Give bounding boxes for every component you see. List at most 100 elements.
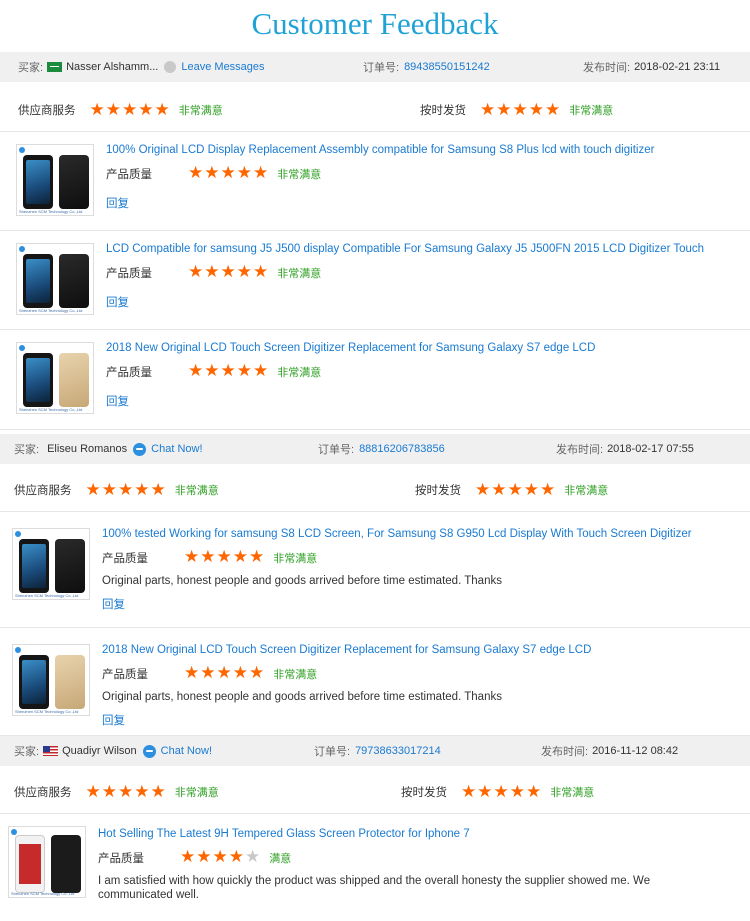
product-title-link[interactable]: 2018 New Original LCD Touch Screen Digit… xyxy=(106,342,595,354)
published-time: 2018-02-21 23:11 xyxy=(634,61,721,73)
rating-row: 供应商服务 ★ ★ ★ ★ ★ 非常满意 按时发货 ★ ★ ★ ★ ★ 非常满意 xyxy=(0,770,750,814)
leave-messages-link[interactable]: Leave Messages xyxy=(181,61,264,73)
product-quality-stars: ★ ★ ★ ★ ★ xyxy=(184,549,265,566)
on-time-delivery-stars: ★ ★ ★ ★ ★ xyxy=(475,479,556,500)
star-icon: ★ xyxy=(122,99,138,120)
star-icon: ★ xyxy=(118,479,134,500)
product-thumbnail[interactable]: Shenzhen SCM Technology Co.,Ltd xyxy=(12,644,90,716)
thumb-caption: Shenzhen SCM Technology Co.,Ltd xyxy=(19,209,83,214)
star-icon: ★ xyxy=(480,99,496,120)
phone-back-icon xyxy=(55,655,85,709)
order-number-label: 订单号: xyxy=(318,444,355,456)
reply-link[interactable]: 回复 xyxy=(102,596,125,612)
product-thumbnail[interactable]: Shenzhen SCM Technology Co.,Ltd xyxy=(8,826,86,898)
chat-now-link[interactable]: Chat Now! xyxy=(151,443,202,455)
phone-front-icon xyxy=(19,539,49,593)
product-quality-row: 产品质量 ★ ★ ★ ★ ★ 满意 xyxy=(98,849,291,866)
order-number-link[interactable]: 88816206783856 xyxy=(359,443,445,455)
product-title-link[interactable]: Hot Selling The Latest 9H Tempered Glass… xyxy=(98,828,470,840)
product-item: Shenzhen SCM Technology Co.,Ltd 2018 New… xyxy=(0,330,750,430)
reply-link[interactable]: 回复 xyxy=(106,294,129,310)
product-quality-stars: ★ ★ ★ ★ ★ xyxy=(188,363,269,380)
on-time-delivery-stars: ★ ★ ★ ★ ★ xyxy=(461,781,542,802)
brand-logo-icon xyxy=(11,829,17,835)
star-icon: ★ xyxy=(118,781,134,802)
published-time: 2016-11-12 08:42 xyxy=(592,745,679,757)
reply-link[interactable]: 回复 xyxy=(102,712,125,728)
buyer-bar: 买家: Nasser Alshamm... Leave Messages 订单号… xyxy=(0,52,750,82)
product-thumbnail[interactable]: Shenzhen SCM Technology Co.,Ltd xyxy=(12,528,90,600)
on-time-delivery-label: 按时发货 xyxy=(415,485,461,497)
buyer-name: Quadiyr Wilson xyxy=(62,745,137,757)
on-time-delivery-rating-text: 非常满意 xyxy=(550,787,595,799)
star-icon: ★ xyxy=(540,479,556,500)
star-icon: ★ xyxy=(528,99,544,120)
chat-icon[interactable] xyxy=(133,442,147,456)
product-title-link[interactable]: LCD Compatible for samsung J5 J500 displ… xyxy=(106,243,704,255)
order-number-link[interactable]: 79738633017214 xyxy=(355,745,441,757)
thumb-caption: Shenzhen SCM Technology Co.,Ltd xyxy=(19,308,83,313)
product-quality-row: 产品质量 ★ ★ ★ ★ ★ 非常满意 xyxy=(106,363,321,380)
supplier-service-rating-text: 非常满意 xyxy=(178,105,223,117)
supplier-service-label: 供应商服务 xyxy=(14,787,72,799)
product-quality-label: 产品质量 xyxy=(102,552,148,565)
star-icon: ★ xyxy=(220,163,236,183)
star-icon: ★ xyxy=(509,781,525,802)
star-icon: ★ xyxy=(188,361,204,381)
product-quality-stars: ★ ★ ★ ★ ★ xyxy=(188,264,269,281)
product-title-link[interactable]: 100% tested Working for samsung S8 LCD S… xyxy=(102,528,692,540)
chat-now-link[interactable]: Chat Now! xyxy=(161,745,212,757)
product-thumbnail[interactable]: Shenzhen SCM Technology Co.,Ltd xyxy=(16,342,94,414)
star-icon: ★ xyxy=(180,847,196,867)
brand-logo-icon xyxy=(19,345,25,351)
supplier-service-stars: ★ ★ ★ ★ ★ xyxy=(90,99,171,120)
star-icon: ★ xyxy=(150,781,166,802)
star-empty-icon: ★ xyxy=(245,847,261,867)
star-icon: ★ xyxy=(184,547,200,567)
product-thumbnail[interactable]: Shenzhen SCM Technology Co.,Ltd xyxy=(16,243,94,315)
phone-front-icon xyxy=(23,254,53,308)
star-icon: ★ xyxy=(101,479,117,500)
published-label: 发布时间: xyxy=(556,444,604,456)
phone-front-icon xyxy=(23,353,53,407)
product-quality-rating-text: 非常满意 xyxy=(277,267,322,280)
message-icon[interactable] xyxy=(164,61,177,73)
order-number-link[interactable]: 89438550151242 xyxy=(404,61,490,73)
chat-icon[interactable] xyxy=(142,744,156,758)
product-item: Shenzhen SCM Technology Co.,Ltd 100% Ori… xyxy=(0,132,750,231)
product-quality-rating-text: 非常满意 xyxy=(273,668,318,681)
reply-link[interactable]: 回复 xyxy=(106,393,129,409)
brand-logo-icon xyxy=(15,647,21,653)
phone-back-icon xyxy=(59,254,89,308)
product-thumbnail[interactable]: Shenzhen SCM Technology Co.,Ltd xyxy=(16,144,94,216)
thumb-caption: Shenzhen SCM Technology Co.,Ltd xyxy=(11,891,75,896)
star-icon: ★ xyxy=(204,262,220,282)
phone-back-icon xyxy=(55,539,85,593)
phone-back-icon xyxy=(59,353,89,407)
on-time-delivery-label: 按时发货 xyxy=(420,105,466,117)
product-title-link[interactable]: 100% Original LCD Display Replacement As… xyxy=(106,144,654,156)
star-icon: ★ xyxy=(101,781,117,802)
phone-front-icon xyxy=(15,835,45,893)
usa-flag-icon xyxy=(43,746,59,756)
page-title: Customer Feedback xyxy=(251,6,499,41)
product-quality-rating-text: 非常满意 xyxy=(273,552,318,565)
star-icon: ★ xyxy=(228,847,244,867)
product-quality-rating-text: 非常满意 xyxy=(277,168,322,181)
on-time-delivery-rating-text: 非常满意 xyxy=(564,485,609,497)
buyer-comment: Original parts, honest people and goods … xyxy=(102,575,502,587)
star-icon: ★ xyxy=(507,479,523,500)
star-icon: ★ xyxy=(134,781,150,802)
brand-logo-icon xyxy=(19,147,25,153)
star-icon: ★ xyxy=(491,479,507,500)
product-item: Shenzhen SCM Technology Co.,Ltd Hot Sell… xyxy=(0,814,750,921)
supplier-service-stars: ★ ★ ★ ★ ★ xyxy=(86,781,167,802)
buyer-label: 买家: xyxy=(14,444,40,456)
product-title-link[interactable]: 2018 New Original LCD Touch Screen Digit… xyxy=(102,644,591,656)
buyer-name: Nasser Alshamm... xyxy=(66,61,159,73)
buyer-name: Eliseu Romanos xyxy=(47,443,128,455)
star-icon: ★ xyxy=(204,361,220,381)
reply-link[interactable]: 回复 xyxy=(106,195,129,211)
on-time-delivery-stars: ★ ★ ★ ★ ★ xyxy=(480,99,561,120)
brand-logo-icon xyxy=(19,246,25,252)
